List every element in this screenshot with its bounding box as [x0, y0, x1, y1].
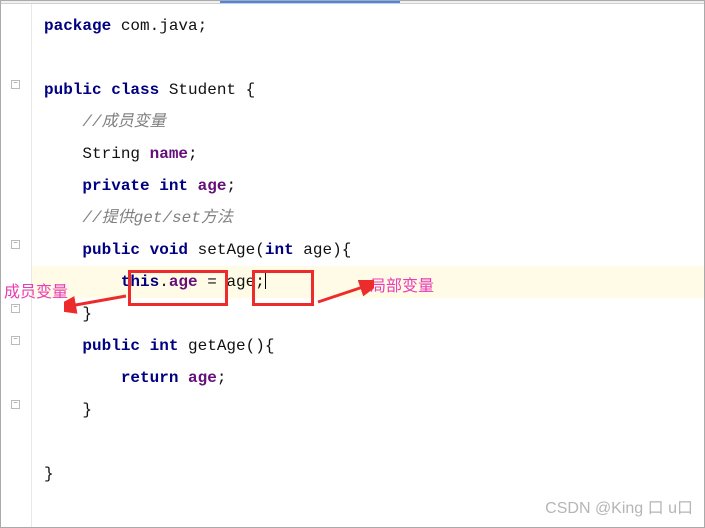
- fold-icon[interactable]: −: [11, 240, 20, 249]
- code-line: public void setAge(int age){: [32, 234, 705, 266]
- code-line: [32, 426, 705, 458]
- code-line: }: [32, 458, 705, 490]
- editor: − − − − − package com.java; public class…: [0, 4, 705, 528]
- code-area[interactable]: package com.java; public class Student {…: [32, 4, 705, 528]
- code-line: }: [32, 394, 705, 426]
- code-line: public class Student {: [32, 74, 705, 106]
- code-line-highlight: this.age = age;: [32, 266, 705, 298]
- code-line: //成员变量: [32, 106, 705, 138]
- active-tab-indicator: [220, 0, 400, 3]
- annotation-member-variable: 成员变量: [4, 278, 68, 302]
- fold-icon[interactable]: −: [11, 336, 20, 345]
- annotation-local-variable: 局部变量: [370, 272, 434, 296]
- code-line: String name;: [32, 138, 705, 170]
- code-line: private int age;: [32, 170, 705, 202]
- fold-icon[interactable]: −: [11, 304, 20, 313]
- code-line: package com.java;: [32, 10, 705, 42]
- code-line: [32, 42, 705, 74]
- fold-icon[interactable]: −: [11, 80, 20, 89]
- gutter: − − − − −: [0, 4, 32, 528]
- code-line: return age;: [32, 362, 705, 394]
- code-line: }: [32, 298, 705, 330]
- code-line: //提供get/set方法: [32, 202, 705, 234]
- code-line: public int getAge(){: [32, 330, 705, 362]
- watermark: CSDN @King 口 u口: [545, 494, 693, 518]
- text-cursor: [265, 271, 266, 289]
- fold-icon[interactable]: −: [11, 400, 20, 409]
